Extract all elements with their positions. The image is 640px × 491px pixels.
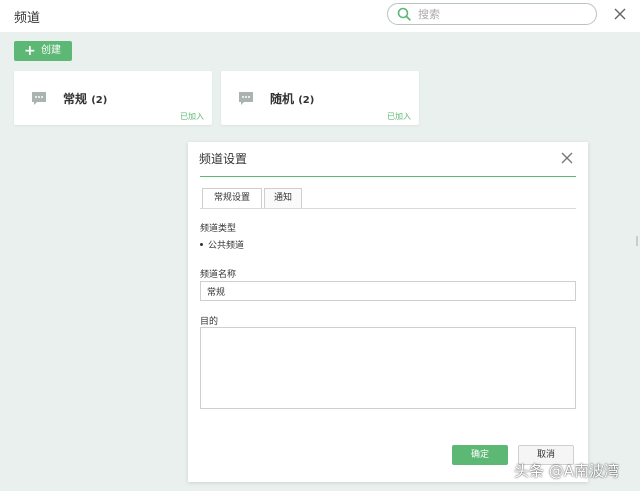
channel-settings-dialog: 频道设置 常规设置 通知 频道类型 公共频道 频道名称 目的 确定 取消 — [188, 142, 588, 482]
channel-type-label: 频道类型 — [200, 224, 237, 234]
channel-name-text: 常规 — [63, 92, 88, 106]
joined-status: 已加入 — [180, 112, 204, 121]
search-icon — [397, 7, 411, 21]
channel-name: 随机 (2) — [270, 90, 314, 107]
tab-notifications[interactable]: 通知 — [264, 188, 302, 208]
page-title: 频道 — [14, 11, 41, 26]
chat-bubble-icon — [239, 92, 253, 105]
channel-name-field[interactable] — [200, 281, 576, 301]
channel-name-label: 频道名称 — [200, 270, 237, 280]
channel-member-count: (2) — [298, 95, 315, 106]
scrollbar-thumb[interactable] — [636, 236, 638, 246]
create-channel-button[interactable]: + 创建 — [14, 41, 72, 61]
plus-icon: + — [24, 43, 36, 59]
channel-card-general[interactable]: 常规 (2) 已加入 — [14, 71, 212, 125]
channel-type-text: 公共频道 — [208, 241, 245, 251]
dialog-title: 频道设置 — [199, 152, 248, 166]
chat-bubble-icon — [32, 92, 46, 105]
close-icon[interactable] — [561, 152, 573, 164]
search-input[interactable] — [418, 6, 588, 22]
purpose-label: 目的 — [200, 317, 219, 327]
channel-name-text: 随机 — [270, 92, 295, 106]
header-bar: 频道 — [0, 0, 640, 32]
joined-status: 已加入 — [387, 112, 411, 121]
confirm-button[interactable]: 确定 — [452, 445, 508, 465]
channel-name: 常规 (2) — [63, 90, 107, 107]
purpose-field[interactable] — [200, 327, 576, 409]
title-divider — [200, 176, 576, 177]
search-box[interactable] — [387, 3, 597, 25]
watermark: 头条 @A南波湾 — [514, 462, 620, 480]
close-icon[interactable] — [612, 6, 628, 22]
tab-general-settings[interactable]: 常规设置 — [202, 188, 262, 209]
channel-member-count: (2) — [91, 95, 108, 106]
create-button-label: 创建 — [41, 45, 61, 56]
bullet-icon — [200, 243, 203, 246]
channel-type-value: 公共频道 — [200, 238, 244, 251]
channel-card-random[interactable]: 随机 (2) 已加入 — [221, 71, 419, 125]
tab-divider — [200, 208, 576, 209]
